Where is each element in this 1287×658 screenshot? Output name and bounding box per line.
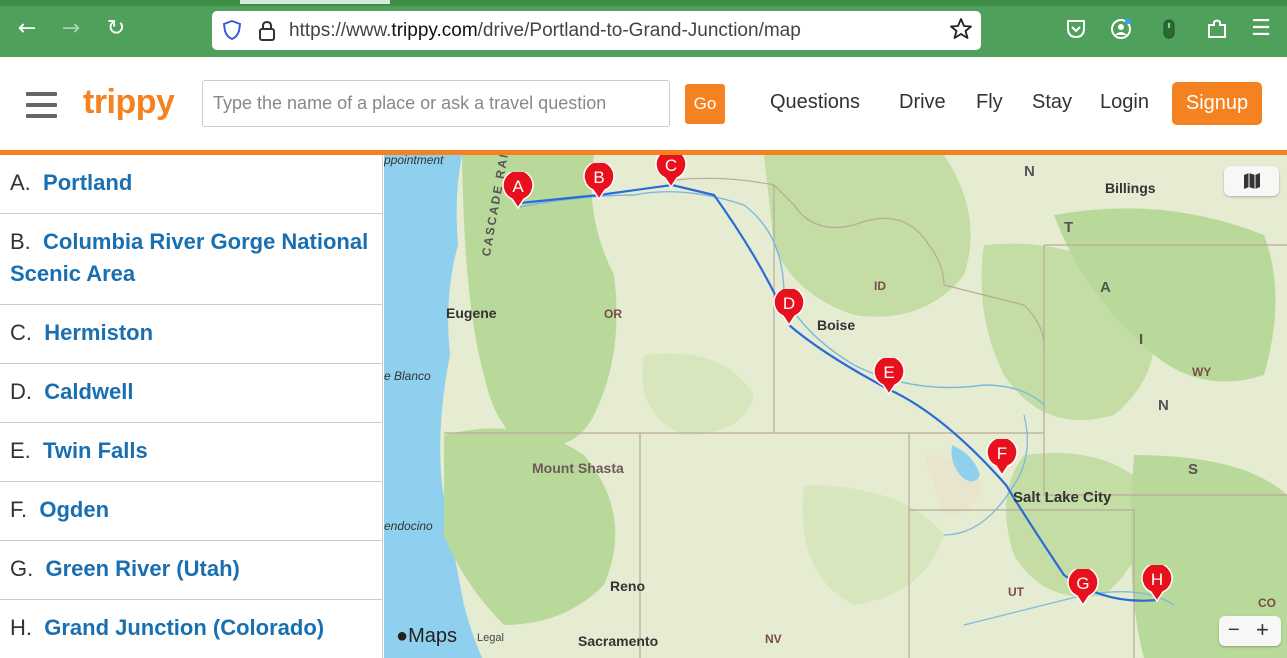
nav-questions[interactable]: Questions	[770, 91, 860, 114]
map-label-ut: UT	[1008, 585, 1024, 599]
stop-link-columbia-river-gorge[interactable]: Columbia River Gorge National Scenic Are…	[10, 229, 368, 286]
map-marker-g[interactable]: G	[1067, 569, 1099, 607]
stop-letter: A.	[10, 170, 31, 195]
nav-stay[interactable]: Stay	[1032, 91, 1072, 114]
stop-link-twin-falls[interactable]: Twin Falls	[43, 438, 148, 463]
map-label-eugene[interactable]: Eugene	[446, 305, 497, 321]
map-label-disappointment: ppointment	[384, 155, 444, 167]
map-marker-d[interactable]: D	[773, 289, 805, 327]
lock-icon[interactable]	[257, 20, 277, 42]
apple-maps-logo: ●Maps	[396, 625, 457, 647]
hamburger-menu-icon[interactable]	[26, 92, 57, 118]
search-input[interactable]	[202, 80, 670, 127]
zoom-out-button[interactable]: −	[1228, 619, 1240, 642]
go-button[interactable]: Go	[685, 84, 725, 124]
stop-letter: F.	[10, 497, 28, 522]
back-icon[interactable]: ←	[12, 14, 42, 44]
list-item: G. Green River (Utah)	[0, 541, 382, 600]
route-stops-list: A. Portland B. Columbia River Gorge Nati…	[0, 155, 383, 658]
trippy-logo[interactable]: trippy	[83, 83, 175, 122]
map-label-sacramento[interactable]: Sacramento	[578, 633, 658, 649]
stop-letter: C.	[10, 320, 32, 345]
map-label-or: OR	[604, 307, 622, 321]
account-icon[interactable]	[1109, 17, 1133, 41]
map-label-montana-a: A	[1100, 279, 1113, 296]
map-label-wy: WY	[1192, 365, 1212, 379]
signup-button[interactable]: Signup	[1172, 82, 1262, 125]
map-type-icon	[1244, 173, 1260, 189]
map-label-montana-n2: N	[1158, 397, 1171, 414]
route-map[interactable]: ppointment Billings Eugene OR ID Boise e…	[384, 155, 1287, 658]
stop-link-green-river[interactable]: Green River (Utah)	[45, 556, 239, 581]
list-item: F. Ogden	[0, 482, 382, 541]
map-marker-f[interactable]: F	[986, 439, 1018, 477]
stop-letter: D.	[10, 379, 32, 404]
map-label-id: ID	[874, 279, 886, 293]
stop-letter: H.	[10, 615, 32, 640]
map-label-nv: NV	[765, 632, 782, 646]
map-label-blanco: e Blanco	[384, 369, 431, 383]
bookmark-star-icon[interactable]	[949, 17, 973, 41]
map-marker-e[interactable]: E	[873, 358, 905, 396]
list-item: E. Twin Falls	[0, 423, 382, 482]
stop-letter: B.	[10, 229, 31, 254]
map-marker-c[interactable]: C	[655, 155, 687, 189]
stop-link-hermiston[interactable]: Hermiston	[44, 320, 153, 345]
stop-letter: E.	[10, 438, 31, 463]
map-label-reno[interactable]: Reno	[610, 578, 645, 594]
list-item: B. Columbia River Gorge National Scenic …	[0, 214, 382, 305]
list-item: H. Grand Junction (Colorado)	[0, 600, 382, 658]
address-bar[interactable]: https://www.trippy.com/drive/Portland-to…	[212, 11, 981, 50]
reload-icon[interactable]: ↻	[101, 14, 131, 44]
list-item: C. Hermiston	[0, 305, 382, 364]
browser-toolbar: ← → ↻ https://www.trippy.com/drive/Portl…	[0, 0, 1287, 57]
tab-strip	[0, 0, 1287, 6]
site-header: trippy Go Questions Drive Fly Stay Login…	[0, 57, 1287, 150]
zoom-in-button[interactable]: +	[1256, 617, 1269, 643]
map-label-co: CO	[1258, 596, 1276, 610]
stop-link-ogden[interactable]: Ogden	[39, 497, 109, 522]
map-label-montana-i: I	[1139, 331, 1146, 348]
map-label-montana-t: T	[1064, 219, 1076, 236]
map-marker-a[interactable]: A	[502, 172, 534, 210]
menu-icon[interactable]: ☰	[1246, 14, 1276, 44]
stop-link-caldwell[interactable]: Caldwell	[44, 379, 133, 404]
nav-login[interactable]: Login	[1100, 91, 1149, 114]
url-text[interactable]: https://www.trippy.com/drive/Portland-to…	[289, 20, 801, 42]
map-label-billings[interactable]: Billings	[1105, 180, 1156, 196]
extensions-puzzle-icon[interactable]	[1205, 17, 1229, 41]
stop-link-portland[interactable]: Portland	[43, 170, 132, 195]
tracking-shield-icon[interactable]	[222, 20, 242, 40]
map-label-montana-s: S	[1188, 461, 1201, 478]
forward-icon[interactable]: →	[56, 14, 86, 44]
nav-fly[interactable]: Fly	[976, 91, 1003, 114]
map-label-salt-lake-city[interactable]: Salt Lake City	[1013, 489, 1111, 506]
pocket-icon[interactable]	[1064, 17, 1088, 41]
extension-mouse-icon[interactable]	[1157, 17, 1181, 41]
map-marker-h[interactable]: H	[1141, 565, 1173, 603]
active-tab-indicator[interactable]	[240, 0, 390, 4]
list-item: A. Portland	[0, 155, 382, 214]
map-label-montana-n: N	[1024, 163, 1037, 180]
map-marker-b[interactable]: B	[583, 163, 615, 201]
map-label-mendocino: endocino	[384, 519, 433, 533]
list-item: D. Caldwell	[0, 364, 382, 423]
map-legal-link[interactable]: Legal	[477, 632, 504, 644]
stop-letter: G.	[10, 556, 34, 581]
apple-icon: ●	[396, 625, 409, 647]
map-type-button[interactable]	[1224, 166, 1279, 196]
map-label-boise[interactable]: Boise	[817, 317, 855, 333]
zoom-controls: − +	[1219, 616, 1281, 646]
nav-drive[interactable]: Drive	[899, 91, 946, 114]
stop-link-grand-junction[interactable]: Grand Junction (Colorado)	[44, 615, 324, 640]
map-label-mount-shasta[interactable]: Mount Shasta	[532, 460, 624, 476]
